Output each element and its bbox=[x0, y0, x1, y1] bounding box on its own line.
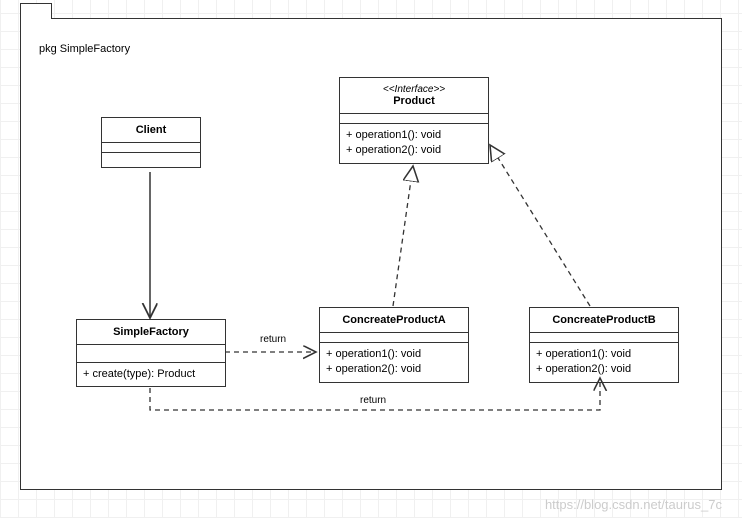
edge-label-return-b: return bbox=[360, 395, 386, 406]
op: + operation2(): void bbox=[346, 143, 482, 158]
watermark: https://blog.csdn.net/taurus_7c bbox=[545, 497, 722, 512]
class-product-head: <<Interface>> Product bbox=[340, 78, 488, 114]
class-client-attrs bbox=[102, 143, 200, 153]
package-label: pkg SimpleFactory bbox=[39, 43, 130, 55]
class-client: Client bbox=[101, 117, 201, 168]
class-simplefactory-ops: + create(type): Product bbox=[77, 363, 225, 386]
op: + operation2(): void bbox=[536, 362, 672, 377]
class-simplefactory-name: SimpleFactory bbox=[77, 320, 225, 345]
package-frame: pkg SimpleFactory Client <<Interface>> P… bbox=[20, 18, 722, 490]
class-concreate-product-a: ConcreateProductA + operation1(): void +… bbox=[319, 307, 469, 383]
class-concreate-product-b-ops: + operation1(): void + operation2(): voi… bbox=[530, 343, 678, 382]
class-product-attrs bbox=[340, 114, 488, 124]
op: + operation2(): void bbox=[326, 362, 462, 377]
class-concreate-product-b-name: ConcreateProductB bbox=[530, 308, 678, 333]
class-simplefactory: SimpleFactory + create(type): Product bbox=[76, 319, 226, 387]
package-tab bbox=[20, 3, 52, 19]
op: + operation1(): void bbox=[346, 128, 482, 143]
class-concreate-product-a-attrs bbox=[320, 333, 468, 343]
class-product-ops: + operation1(): void + operation2(): voi… bbox=[340, 124, 488, 163]
class-concreate-product-a-ops: + operation1(): void + operation2(): voi… bbox=[320, 343, 468, 382]
class-simplefactory-attrs bbox=[77, 345, 225, 363]
class-concreate-product-a-name: ConcreateProductA bbox=[320, 308, 468, 333]
class-client-ops bbox=[102, 153, 200, 167]
edge-label-return-a: return bbox=[260, 334, 286, 345]
class-concreate-product-b-attrs bbox=[530, 333, 678, 343]
op: + operation1(): void bbox=[536, 347, 672, 362]
class-product-stereotype: <<Interface>> bbox=[344, 84, 484, 95]
op: + create(type): Product bbox=[83, 367, 219, 382]
class-product: <<Interface>> Product + operation1(): vo… bbox=[339, 77, 489, 164]
class-concreate-product-b: ConcreateProductB + operation1(): void +… bbox=[529, 307, 679, 383]
class-product-name: Product bbox=[393, 95, 435, 107]
op: + operation1(): void bbox=[326, 347, 462, 362]
class-client-name: Client bbox=[102, 118, 200, 143]
